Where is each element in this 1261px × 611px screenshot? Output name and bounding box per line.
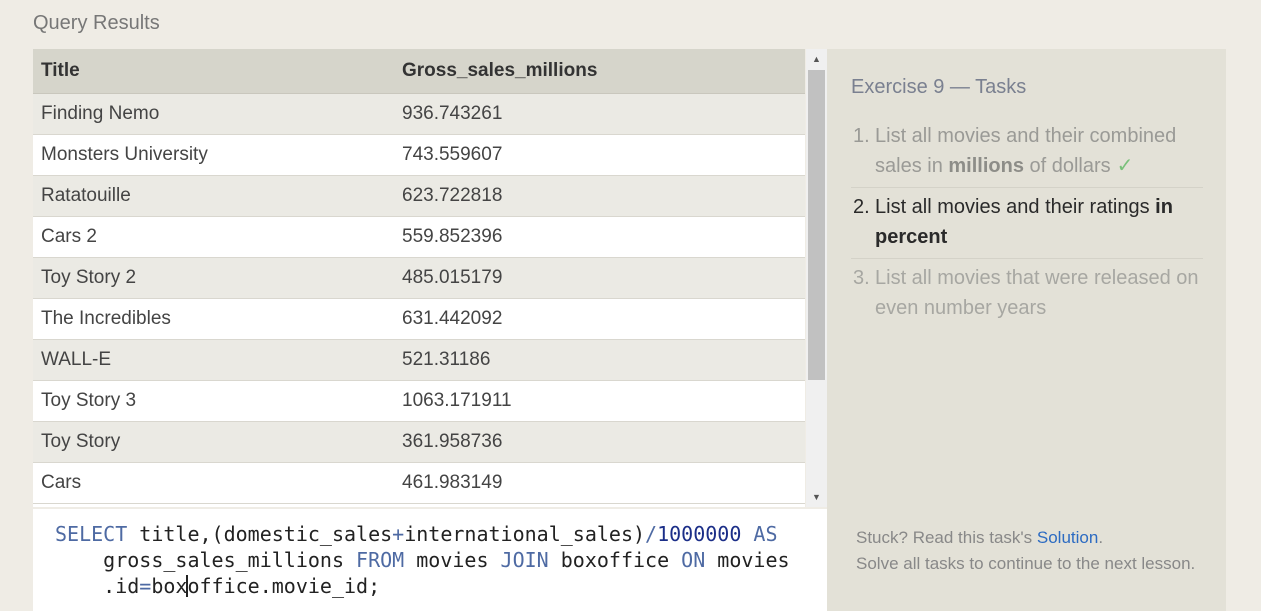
keyword-on: ON	[681, 548, 706, 572]
table-row: Cars 2 559.852396	[33, 216, 805, 258]
cell-gross-sales: 743.559607	[394, 134, 805, 176]
operator-equals: =	[139, 574, 152, 598]
task-text: of dollars	[1023, 155, 1111, 177]
tasks-title: Exercise 9 — Tasks	[851, 76, 1027, 98]
code-text: international_sales)	[404, 522, 646, 546]
table-row: WALL-E 521.31186	[33, 339, 805, 381]
task-text: List all movies and their ratings	[875, 196, 1156, 218]
cell-title: Toy Story 2	[33, 257, 394, 299]
code-text: office.movie_id;	[187, 574, 381, 598]
table-row: Cars 461.983149	[33, 462, 805, 504]
cell-title: Finding Nemo	[33, 93, 394, 135]
table-row: Toy Story 2 485.015179	[33, 257, 805, 299]
code-text: .id	[55, 574, 140, 598]
cell-title: The Incredibles	[33, 298, 394, 340]
table-row: Finding Nemo 936.743261	[33, 93, 805, 135]
keyword-select: SELECT	[55, 522, 128, 546]
column-header-gross-sales: Gross_sales_millions	[394, 49, 805, 94]
cell-title: WALL-E	[33, 339, 394, 381]
cell-gross-sales: 485.015179	[394, 257, 805, 299]
table-row: Monsters University 743.559607	[33, 134, 805, 176]
table-row: Ratatouille 623.722818	[33, 175, 805, 217]
query-results-heading: Query Results	[33, 12, 160, 34]
cell-gross-sales: 559.852396	[394, 216, 805, 258]
column-header-title: Title	[33, 49, 394, 94]
stuck-text: Stuck? Read this task's	[856, 528, 1037, 547]
cell-gross-sales: 521.31186	[394, 339, 805, 381]
solution-link[interactable]: Solution	[1037, 528, 1098, 547]
task-list: 1. List all movies and their combined sa…	[851, 117, 1203, 329]
checkmark-icon: ✓	[1116, 155, 1134, 177]
task-item-2: 2. List all movies and their ratings in …	[851, 188, 1203, 259]
cell-title: Cars	[33, 462, 394, 504]
code-text: boxoffice	[548, 548, 682, 572]
cell-title: Monsters University	[33, 134, 394, 176]
code-text: movies	[705, 548, 790, 572]
sql-code[interactable]: SELECT title,(domestic_sales+internation…	[55, 521, 790, 599]
table-header-row: Title Gross_sales_millions	[33, 49, 805, 94]
scroll-down-arrow-icon[interactable]: ▼	[806, 487, 827, 507]
cell-title: Cars 2	[33, 216, 394, 258]
task-item-1: 1. List all movies and their combined sa…	[851, 117, 1203, 188]
operator-plus: +	[392, 522, 405, 546]
cell-gross-sales: 623.722818	[394, 175, 805, 217]
tasks-panel: Exercise 9 — Tasks 1. List all movies an…	[827, 49, 1226, 611]
task-item-3: 3. List all movies that were released on…	[851, 259, 1203, 329]
table-row: Toy Story 361.958736	[33, 421, 805, 463]
cell-gross-sales: 936.743261	[394, 93, 805, 135]
cell-gross-sales: 631.442092	[394, 298, 805, 340]
code-text: box	[151, 574, 188, 598]
period-text: .	[1098, 528, 1104, 547]
task-text: List all movies that were released on ev…	[875, 267, 1199, 319]
operator-divide: /	[645, 522, 658, 546]
sql-editor[interactable]: SELECT title,(domestic_sales+internation…	[33, 509, 827, 611]
results-table-panel: Title Gross_sales_millions Finding Nemo 9…	[33, 49, 805, 507]
cell-gross-sales: 361.958736	[394, 421, 805, 463]
table-row: Toy Story 3 1063.171911	[33, 380, 805, 422]
task-number: 2.	[853, 196, 870, 218]
code-text: movies	[404, 548, 501, 572]
cell-gross-sales: 461.983149	[394, 462, 805, 504]
code-text: gross_sales_millions	[55, 548, 357, 572]
task-number: 1.	[853, 125, 870, 147]
cell-title: Toy Story 3	[33, 380, 394, 422]
scroll-up-arrow-icon[interactable]: ▲	[806, 49, 827, 69]
code-text: title,(domestic_sales	[127, 522, 393, 546]
task-text-bold: millions	[948, 155, 1024, 177]
keyword-from: FROM	[356, 548, 405, 572]
keyword-join: JOIN	[500, 548, 549, 572]
cell-title: Toy Story	[33, 421, 394, 463]
scrollbar-thumb[interactable]	[808, 70, 825, 380]
keyword-as: AS	[753, 522, 778, 546]
results-table: Title Gross_sales_millions Finding Nemo 9…	[33, 49, 805, 504]
number-literal: 1000000	[657, 522, 742, 546]
cell-title: Ratatouille	[33, 175, 394, 217]
continue-text: Solve all tasks to continue to the next …	[856, 554, 1196, 573]
table-row: The Incredibles 631.442092	[33, 298, 805, 340]
cell-gross-sales: 1063.171911	[394, 380, 805, 422]
results-scrollbar[interactable]: ▲ ▼	[806, 49, 827, 507]
tasks-footer-note: Stuck? Read this task's Solution. Solve …	[856, 525, 1196, 577]
task-number: 3.	[853, 267, 870, 289]
